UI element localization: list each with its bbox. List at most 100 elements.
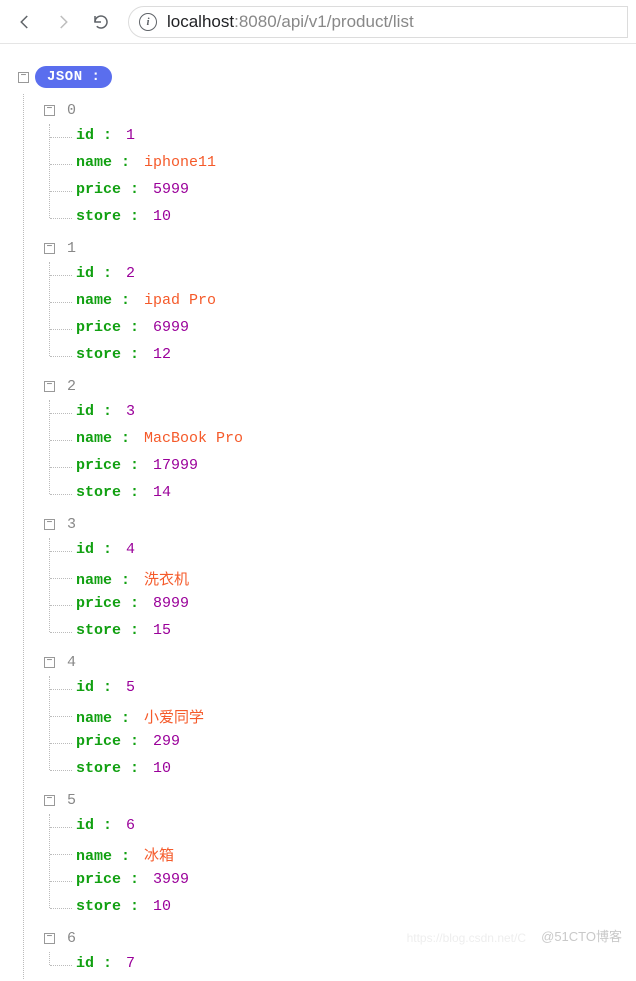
property-value: 小爱同学 [144,706,204,727]
property-row: name ipad Pro [76,289,636,316]
property-value: 15 [153,622,171,639]
collapse-toggle[interactable]: − [44,657,55,668]
property-key: id [76,265,112,282]
property-key: store [76,898,139,915]
property-row: id 2 [76,262,636,289]
property-key: name [76,848,130,865]
property-row: name 小爱同学 [76,703,636,730]
property-row: id7 [76,952,636,979]
item-properties: id5name小爱同学price299store10 [49,676,636,784]
property-value: 3999 [153,871,189,888]
collapse-toggle[interactable]: − [44,243,55,254]
property-key: price [76,871,139,888]
property-value: 14 [153,484,171,501]
property-row: name iphone11 [76,151,636,178]
url-host: localhost [167,12,234,32]
property-value: 1 [126,127,135,144]
reload-button[interactable] [84,5,118,39]
item-properties: id 1 name iphone11 price 5999 store10 [49,124,636,232]
json-array-item: − 6id7 [44,922,636,979]
property-key: name [76,154,130,171]
json-array-item: −0 id 1 name iphone11 price 5999 store10 [44,94,636,232]
property-key: price [76,181,139,198]
property-row: name洗衣机 [76,565,636,592]
property-row: store 15 [76,619,636,646]
json-array-item: −4id5name小爱同学price299store10 [44,646,636,784]
property-key: id [76,955,112,972]
property-key: store [76,346,139,363]
url-path: :8080/api/v1/product/list [234,12,414,32]
property-value: MacBook Pro [144,430,243,447]
property-row: id 4 [76,538,636,565]
property-key: id [76,403,112,420]
item-properties: id 3 name MacBook Pro price 17999 store14 [49,400,636,508]
property-key: name [76,430,130,447]
item-properties: id4name洗衣机price8999store15 [49,538,636,646]
collapse-toggle[interactable]: − [44,795,55,806]
item-header: −1 [44,235,636,261]
property-value: 冰箱 [144,844,174,865]
json-tree: − JSON : −0id1nameiphone11price5999store… [0,44,636,979]
json-root-badge: JSON : [35,66,112,88]
json-items: −0id1nameiphone11price5999store10−1id2na… [23,94,636,979]
property-value: 洗衣机 [144,568,189,589]
json-array-item: −1id2nameipad Proprice6999store12 [44,232,636,370]
property-value: 4 [126,541,135,558]
json-array-item: − 2id 3 name MacBook Pro price 17999 store14 [44,370,636,508]
item-header: −0 [44,97,636,123]
array-index: 6 [67,930,76,947]
array-index: 1 [67,240,76,257]
back-button[interactable] [8,5,42,39]
browser-nav-bar: i localhost :8080/api/v1/product/list [0,0,636,44]
property-key: name [76,710,130,727]
item-header: −3 [44,511,636,537]
property-row: price6999 [76,316,636,343]
property-row: id 1 [76,124,636,151]
property-value: 10 [153,898,171,915]
property-value: 6999 [153,319,189,336]
property-key: price [76,733,139,750]
collapse-toggle[interactable]: − [44,381,55,392]
forward-button[interactable] [46,5,80,39]
property-key: store [76,208,139,225]
property-value: 3 [126,403,135,420]
property-row: id5 [76,676,636,703]
property-value: 12 [153,346,171,363]
property-row: name 冰箱 [76,841,636,868]
property-value: 5999 [153,181,189,198]
property-value: 2 [126,265,135,282]
property-key: store [76,622,139,639]
property-key: price [76,457,139,474]
property-key: id [76,817,112,834]
collapse-toggle[interactable]: − [18,72,29,83]
property-row: store10 [76,205,636,232]
array-index: 3 [67,516,76,533]
property-key: id [76,127,112,144]
arrow-left-icon [16,13,34,31]
property-value: 17999 [153,457,198,474]
property-value: iphone11 [144,154,216,171]
property-row: price 299 [76,730,636,757]
item-header: −4 [44,649,636,675]
property-key: store [76,760,139,777]
property-key: name [76,292,130,309]
url-bar[interactable]: i localhost :8080/api/v1/product/list [128,6,628,38]
arrow-right-icon [54,13,72,31]
item-properties: id 2 name ipad Pro price6999 store 12 [49,262,636,370]
property-row: id6 [76,814,636,841]
property-value: ipad Pro [144,292,216,309]
array-index: 2 [67,378,76,395]
collapse-toggle[interactable]: − [44,933,55,944]
property-value: 8999 [153,595,189,612]
property-row: price 3999 [76,868,636,895]
property-key: id [76,541,112,558]
site-info-icon[interactable]: i [139,13,157,31]
collapse-toggle[interactable]: − [44,105,55,116]
reload-icon [92,13,110,31]
property-row: store14 [76,481,636,508]
property-value: 299 [153,733,180,750]
json-array-item: −5id6name冰箱price3999store10 [44,784,636,922]
item-properties: id7 [49,952,636,979]
collapse-toggle[interactable]: − [44,519,55,530]
property-key: id [76,679,112,696]
